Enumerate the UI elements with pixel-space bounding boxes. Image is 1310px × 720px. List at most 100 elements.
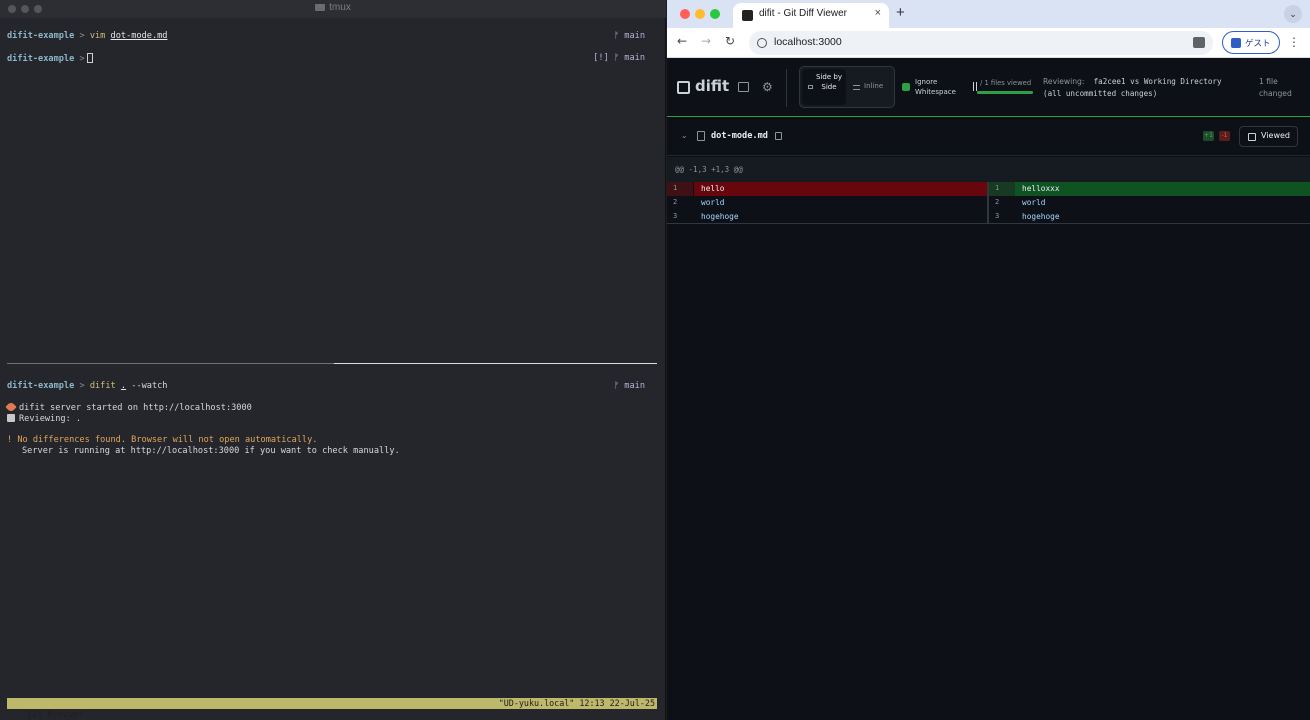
copy-path-icon[interactable] [775, 132, 782, 140]
reviewing-info: Reviewing: fa2cee1 vs Working Directory … [1043, 76, 1243, 100]
terminal-title: tmux [0, 2, 666, 13]
tmux-status-right: "UD-yuku.local" 12:13 22-Jul-25 [498, 698, 655, 708]
difit-logo-text: difit [695, 77, 730, 95]
terminal-titlebar: tmux [0, 0, 666, 18]
files-viewed-text: / 1 files viewed [980, 79, 1032, 87]
code-line: hogehoge [1022, 212, 1060, 221]
prompt-flag: --watch [131, 381, 168, 391]
minimize-window-button[interactable] [695, 9, 705, 19]
tmux-status-bar: [2] 0:nvim* "UD-yuku.local" 12:13 22-Jul… [7, 698, 657, 719]
files-changed-count: 1 file changed [1259, 77, 1292, 98]
git-branch-icon: ᚠ [613, 381, 620, 391]
prompt-dir: difit-example [7, 31, 75, 41]
zoom-window-button[interactable] [710, 9, 720, 19]
prompt-dir: difit-example [7, 381, 75, 391]
tab-title: difit - Git Diff Viewer [759, 8, 847, 19]
hunk-range: @@ -1,3 +1,3 @@ [675, 165, 743, 174]
tab-difit[interactable]: difit - Git Diff Viewer × [733, 3, 889, 28]
output-server-started: difit server started on http://localhost… [5, 401, 252, 414]
prompt-arrow: > [79, 31, 85, 41]
collapse-chevron-icon[interactable]: ⌄ [681, 131, 688, 140]
settings-gear-icon[interactable]: ⚙ [762, 80, 773, 94]
columns-icon [808, 85, 813, 89]
diff-row-right: 1 helloxxx [667, 182, 1310, 196]
terminal-cursor [86, 53, 93, 63]
side-by-side-button[interactable]: Side by Side [802, 69, 846, 105]
hunk-header: @@ -1,3 +1,3 @@ [667, 157, 1310, 182]
file-icon [697, 131, 705, 141]
tmux-window-list[interactable]: [2] 0:nvim* [27, 709, 82, 719]
line-number[interactable]: 1 [989, 182, 1015, 196]
difit-favicon-icon [742, 10, 753, 21]
viewed-checkbox[interactable] [1248, 133, 1256, 141]
tab-search-button[interactable]: ⌄ [1284, 5, 1302, 23]
folder-icon [315, 4, 326, 11]
git-branch-icon: ᚠ [613, 53, 620, 63]
reviewing-label: Reviewing: [1043, 77, 1085, 86]
close-window-button[interactable] [680, 9, 690, 19]
terminal-title-text: tmux [329, 2, 351, 13]
file-name: dot-mode.md [711, 131, 768, 141]
git-branch-indicator: [!] ᚠ main [593, 53, 645, 64]
lines-icon [853, 85, 860, 90]
ignore-whitespace-checkbox[interactable] [902, 83, 910, 91]
additions-badge: +1 [1203, 131, 1214, 141]
tab-close-icon[interactable]: × [875, 7, 881, 19]
profile-icon [1231, 38, 1241, 48]
guest-profile-button[interactable]: ゲスト [1222, 31, 1280, 54]
view-mode-toggle: Side by Side Inline [799, 66, 895, 108]
prompt-arrow: > [79, 381, 85, 391]
code-line: world [1022, 198, 1046, 207]
branch-name: main [624, 381, 645, 391]
git-branch-icon: ᚠ [613, 31, 620, 41]
clipboard-icon [7, 414, 15, 422]
site-info-icon[interactable] [757, 38, 767, 48]
git-branch-indicator: ᚠ main [614, 381, 645, 392]
viewed-button[interactable]: Viewed [1239, 126, 1298, 147]
diff-row-right: 3 hogehoge [667, 210, 1310, 224]
browser-menu-button[interactable]: ⋮ [1288, 35, 1300, 49]
new-tab-button[interactable]: + [896, 4, 905, 21]
prompt-arrow: > [79, 54, 85, 64]
difit-header: difit ⚙ Side by Side Inline Ignore White… [667, 59, 1310, 117]
prompt-dir: difit-example [7, 54, 75, 64]
branch-name: main [624, 31, 645, 41]
address-bar[interactable]: localhost:3000 [749, 31, 1213, 55]
terminal-window: tmux difit-example > vim dot-mode.md ᚠ m… [0, 0, 666, 720]
git-status-flag: [!] [593, 53, 609, 63]
prompt-line-current[interactable]: difit-example > [7, 53, 93, 65]
output-text: Reviewing: . [19, 414, 82, 424]
diff-row-right: 2 world [667, 196, 1310, 210]
browser-window: difit - Git Diff Viewer × + ⌄ ← → ↻ loca… [667, 0, 1310, 720]
reload-button[interactable]: ↻ [725, 34, 735, 48]
rocket-icon [5, 401, 17, 413]
translate-icon[interactable] [1193, 37, 1205, 48]
line-number[interactable]: 2 [989, 196, 1015, 210]
prompt-command: vim [89, 31, 106, 41]
output-reviewing: Reviewing: . [7, 414, 81, 425]
line-number[interactable]: 3 [989, 210, 1015, 224]
file-header: ⌄ dot-mode.md +1 -1 Viewed [667, 118, 1310, 156]
guest-label: ゲスト [1245, 39, 1271, 49]
prompt-argument: . [120, 381, 127, 391]
forward-button[interactable]: → [701, 34, 711, 48]
browser-toolbar: ← → ↻ localhost:3000 ゲスト ⋮ [667, 28, 1310, 58]
toggle-sidebar-icon[interactable] [738, 82, 749, 92]
output-server-running: Server is running at http://localhost:30… [22, 446, 400, 456]
prompt-command: difit [89, 381, 116, 391]
prompt-line-difit: difit-example > difit . --watch [7, 381, 167, 392]
code-line: helloxxx [1015, 182, 1310, 196]
ignore-whitespace-label[interactable]: Ignore Whitespace [915, 77, 959, 97]
deletions-badge: -1 [1219, 131, 1230, 141]
side-by-side-diff: 1 hello 2 world 3 hogehoge 1 helloxxx 2 world 3 hog… [667, 182, 1310, 224]
back-button[interactable]: ← [677, 34, 687, 48]
tab-strip: difit - Git Diff Viewer × + ⌄ [667, 0, 1310, 28]
header-divider [786, 69, 787, 107]
inline-button[interactable]: Inline [864, 82, 883, 90]
git-branch-indicator: ᚠ main [614, 31, 645, 42]
files-viewed-progress [977, 91, 1033, 94]
output-warning: ! No differences found. Browser will not… [7, 435, 318, 445]
url-text[interactable]: localhost:3000 [774, 36, 842, 48]
side-by-side-label: Side by Side [816, 73, 842, 91]
files-viewed-progress-fill [977, 91, 1033, 94]
